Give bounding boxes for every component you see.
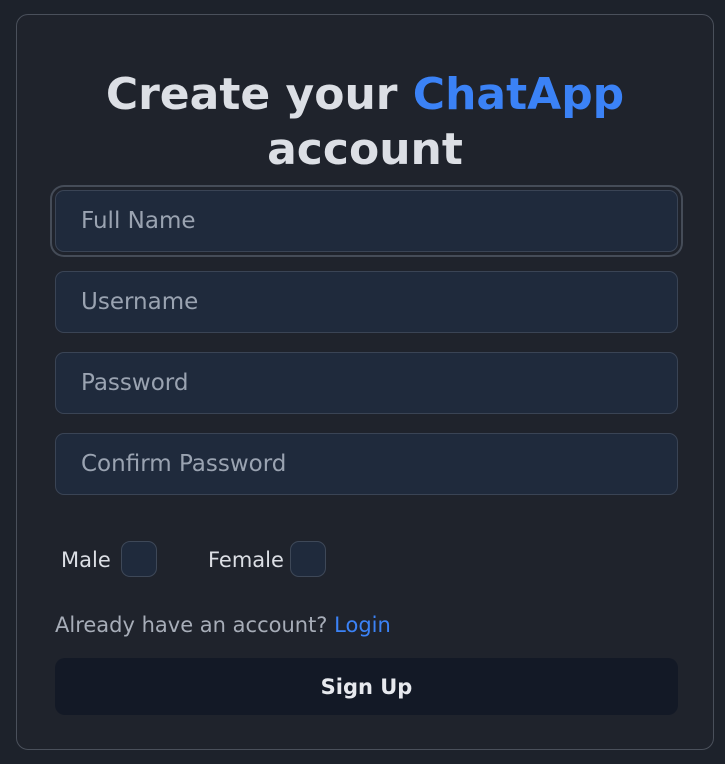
login-link[interactable]: Login (334, 613, 391, 637)
username-input[interactable] (55, 271, 678, 333)
title-prefix: Create your (105, 69, 398, 120)
login-prompt: Already have an account? (55, 613, 328, 637)
full-name-input[interactable] (55, 190, 678, 252)
confirm-password-input[interactable] (55, 433, 678, 495)
male-checkbox[interactable] (121, 541, 157, 577)
female-label: Female (208, 548, 284, 572)
title-suffix: account (267, 124, 463, 175)
login-prompt-line: Already have an account? Login (55, 612, 391, 638)
female-checkbox[interactable] (290, 541, 326, 577)
page-title: Create your ChatApp account (17, 67, 713, 177)
sign-up-button[interactable]: Sign Up (55, 658, 678, 715)
brand-name: ChatApp (412, 69, 625, 120)
male-label: Male (61, 548, 111, 572)
password-input[interactable] (55, 352, 678, 414)
